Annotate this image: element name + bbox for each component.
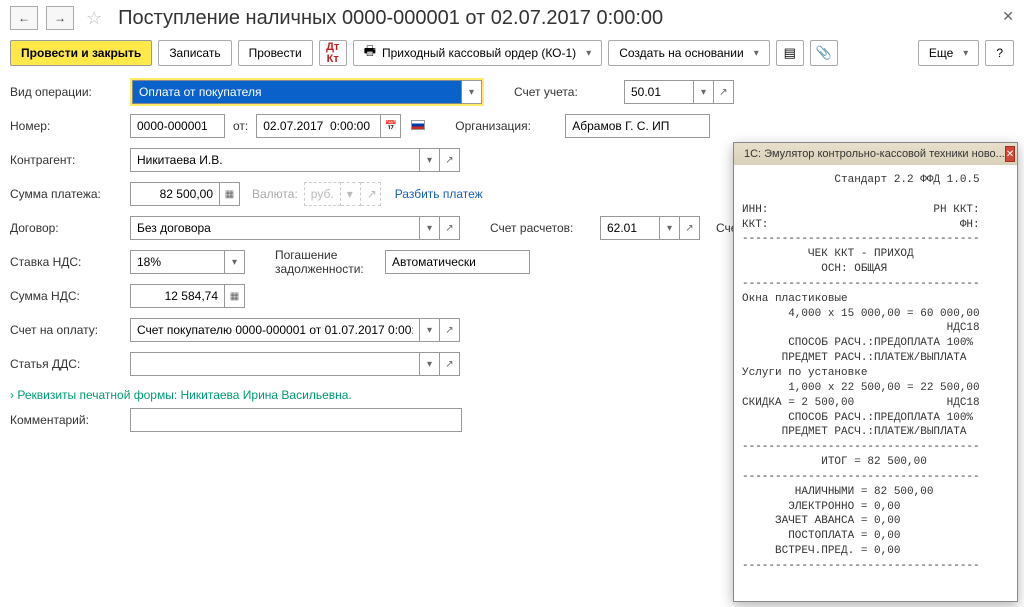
kkt-emulator-close-button[interactable]: ✕ bbox=[1005, 146, 1015, 162]
kkt-emulator-window: 1С: Эмулятор контрольно-кассовой техники… bbox=[733, 142, 1018, 602]
vat-rate-dropdown-icon[interactable]: ▾ bbox=[225, 250, 245, 274]
clip-icon bbox=[816, 45, 832, 61]
number-input[interactable] bbox=[130, 114, 225, 138]
operation-type-label: Вид операции: bbox=[10, 85, 130, 99]
settlement-account-input[interactable] bbox=[600, 216, 660, 240]
vat-sum-calc-icon[interactable]: ▦ bbox=[225, 284, 245, 308]
nav-forward-button[interactable]: → bbox=[46, 6, 74, 30]
invoice-dropdown-icon[interactable]: ▾ bbox=[420, 318, 440, 342]
operation-type-input[interactable] bbox=[132, 80, 462, 104]
currency-open-icon: ↗ bbox=[361, 182, 381, 206]
kkt-receipt-area[interactable]: Стандарт 2.2 ФФД 1.0.5 ИНН: РН ККТ: ККТ:… bbox=[734, 165, 1017, 601]
amount-calc-icon[interactable]: ▦ bbox=[220, 182, 240, 206]
account-open-icon[interactable]: ↗ bbox=[714, 80, 734, 104]
contract-dropdown-icon[interactable]: ▾ bbox=[420, 216, 440, 240]
contract-label: Договор: bbox=[10, 221, 130, 235]
vat-sum-input[interactable] bbox=[130, 284, 225, 308]
account-field[interactable]: ▾ ↗ bbox=[624, 80, 734, 104]
contract-input[interactable] bbox=[130, 216, 420, 240]
amount-input[interactable] bbox=[130, 182, 220, 206]
amount-label: Сумма платежа: bbox=[10, 187, 130, 201]
nav-back-button[interactable]: ← bbox=[10, 6, 38, 30]
counterparty-label: Контрагент: bbox=[10, 153, 130, 167]
vat-rate-label: Ставка НДС: bbox=[10, 255, 130, 269]
comment-label: Комментарий: bbox=[10, 413, 130, 427]
dtkt-button[interactable]: ДтКт bbox=[319, 40, 347, 66]
kkt-emulator-title: 1С: Эмулятор контрольно-кассовой техники… bbox=[744, 148, 1005, 160]
account-label: Счет учета: bbox=[514, 85, 624, 99]
counterparty-dropdown-icon[interactable]: ▾ bbox=[420, 148, 440, 172]
operation-type-field[interactable]: ▾ bbox=[132, 80, 482, 104]
print-ko1-button[interactable]: Приходный кассовый ордер (КО-1) bbox=[353, 40, 603, 66]
vat-rate-input[interactable] bbox=[130, 250, 225, 274]
org-input[interactable] bbox=[565, 114, 710, 138]
comment-input[interactable] bbox=[130, 408, 462, 432]
dds-dropdown-icon[interactable]: ▾ bbox=[420, 352, 440, 376]
invoice-open-icon[interactable]: ↗ bbox=[440, 318, 460, 342]
dtkt-icon: ДтКт bbox=[326, 41, 339, 65]
counterparty-input[interactable] bbox=[130, 148, 420, 172]
print-ko1-label: Приходный кассовый ордер (КО-1) bbox=[382, 46, 576, 60]
create-based-on-button[interactable]: Создать на основании bbox=[608, 40, 770, 66]
kkt-receipt-text: Стандарт 2.2 ФФД 1.0.5 ИНН: РН ККТ: ККТ:… bbox=[734, 165, 1017, 582]
debt-repay-input[interactable] bbox=[385, 250, 530, 274]
printer-icon bbox=[364, 42, 376, 64]
calendar-icon[interactable]: 📅 bbox=[381, 114, 401, 138]
dds-input[interactable] bbox=[130, 352, 420, 376]
date-input[interactable] bbox=[256, 114, 381, 138]
currency-dropdown-icon: ▾ bbox=[341, 182, 361, 206]
invoice-label: Счет на оплату: bbox=[10, 323, 130, 337]
contract-open-icon[interactable]: ↗ bbox=[440, 216, 460, 240]
account-input[interactable] bbox=[624, 80, 694, 104]
sheet-icon bbox=[784, 45, 796, 61]
org-label: Организация: bbox=[455, 119, 565, 133]
debt-repay-label: Погашение задолженности: bbox=[275, 248, 385, 276]
structure-button[interactable] bbox=[776, 40, 804, 66]
settlement-account-open-icon[interactable]: ↗ bbox=[680, 216, 700, 240]
post-button[interactable]: Провести bbox=[238, 40, 313, 66]
favorite-star-icon[interactable]: ☆ bbox=[86, 8, 102, 29]
save-button[interactable]: Записать bbox=[158, 40, 231, 66]
dds-open-icon[interactable]: ↗ bbox=[440, 352, 460, 376]
flag-wrapper[interactable] bbox=[411, 119, 425, 133]
page-title: Поступление наличных 0000-000001 от 02.0… bbox=[118, 7, 663, 30]
split-payment-link[interactable]: Разбить платеж bbox=[395, 187, 483, 201]
settlement-account-dropdown-icon[interactable]: ▾ bbox=[660, 216, 680, 240]
vat-sum-label: Сумма НДС: bbox=[10, 289, 130, 303]
operation-type-dropdown-icon[interactable]: ▾ bbox=[462, 80, 482, 104]
invoice-input[interactable] bbox=[130, 318, 420, 342]
date-label: от: bbox=[233, 119, 248, 133]
more-button[interactable]: Еще bbox=[918, 40, 979, 66]
post-and-close-button[interactable]: Провести и закрыть bbox=[10, 40, 152, 66]
account-dropdown-icon[interactable]: ▾ bbox=[694, 80, 714, 104]
close-icon[interactable]: ✕ bbox=[1002, 8, 1014, 25]
flag-icon bbox=[411, 120, 425, 130]
help-button[interactable]: ? bbox=[985, 40, 1014, 66]
dds-label: Статья ДДС: bbox=[10, 357, 130, 371]
attachments-button[interactable] bbox=[810, 40, 838, 66]
number-label: Номер: bbox=[10, 119, 130, 133]
counterparty-open-icon[interactable]: ↗ bbox=[440, 148, 460, 172]
settlement-account-label: Счет расчетов: bbox=[490, 221, 600, 235]
kkt-emulator-titlebar[interactable]: 1С: Эмулятор контрольно-кассовой техники… bbox=[734, 143, 1017, 165]
currency-label: Валюта: bbox=[252, 187, 298, 201]
currency-value: руб. bbox=[304, 182, 341, 206]
